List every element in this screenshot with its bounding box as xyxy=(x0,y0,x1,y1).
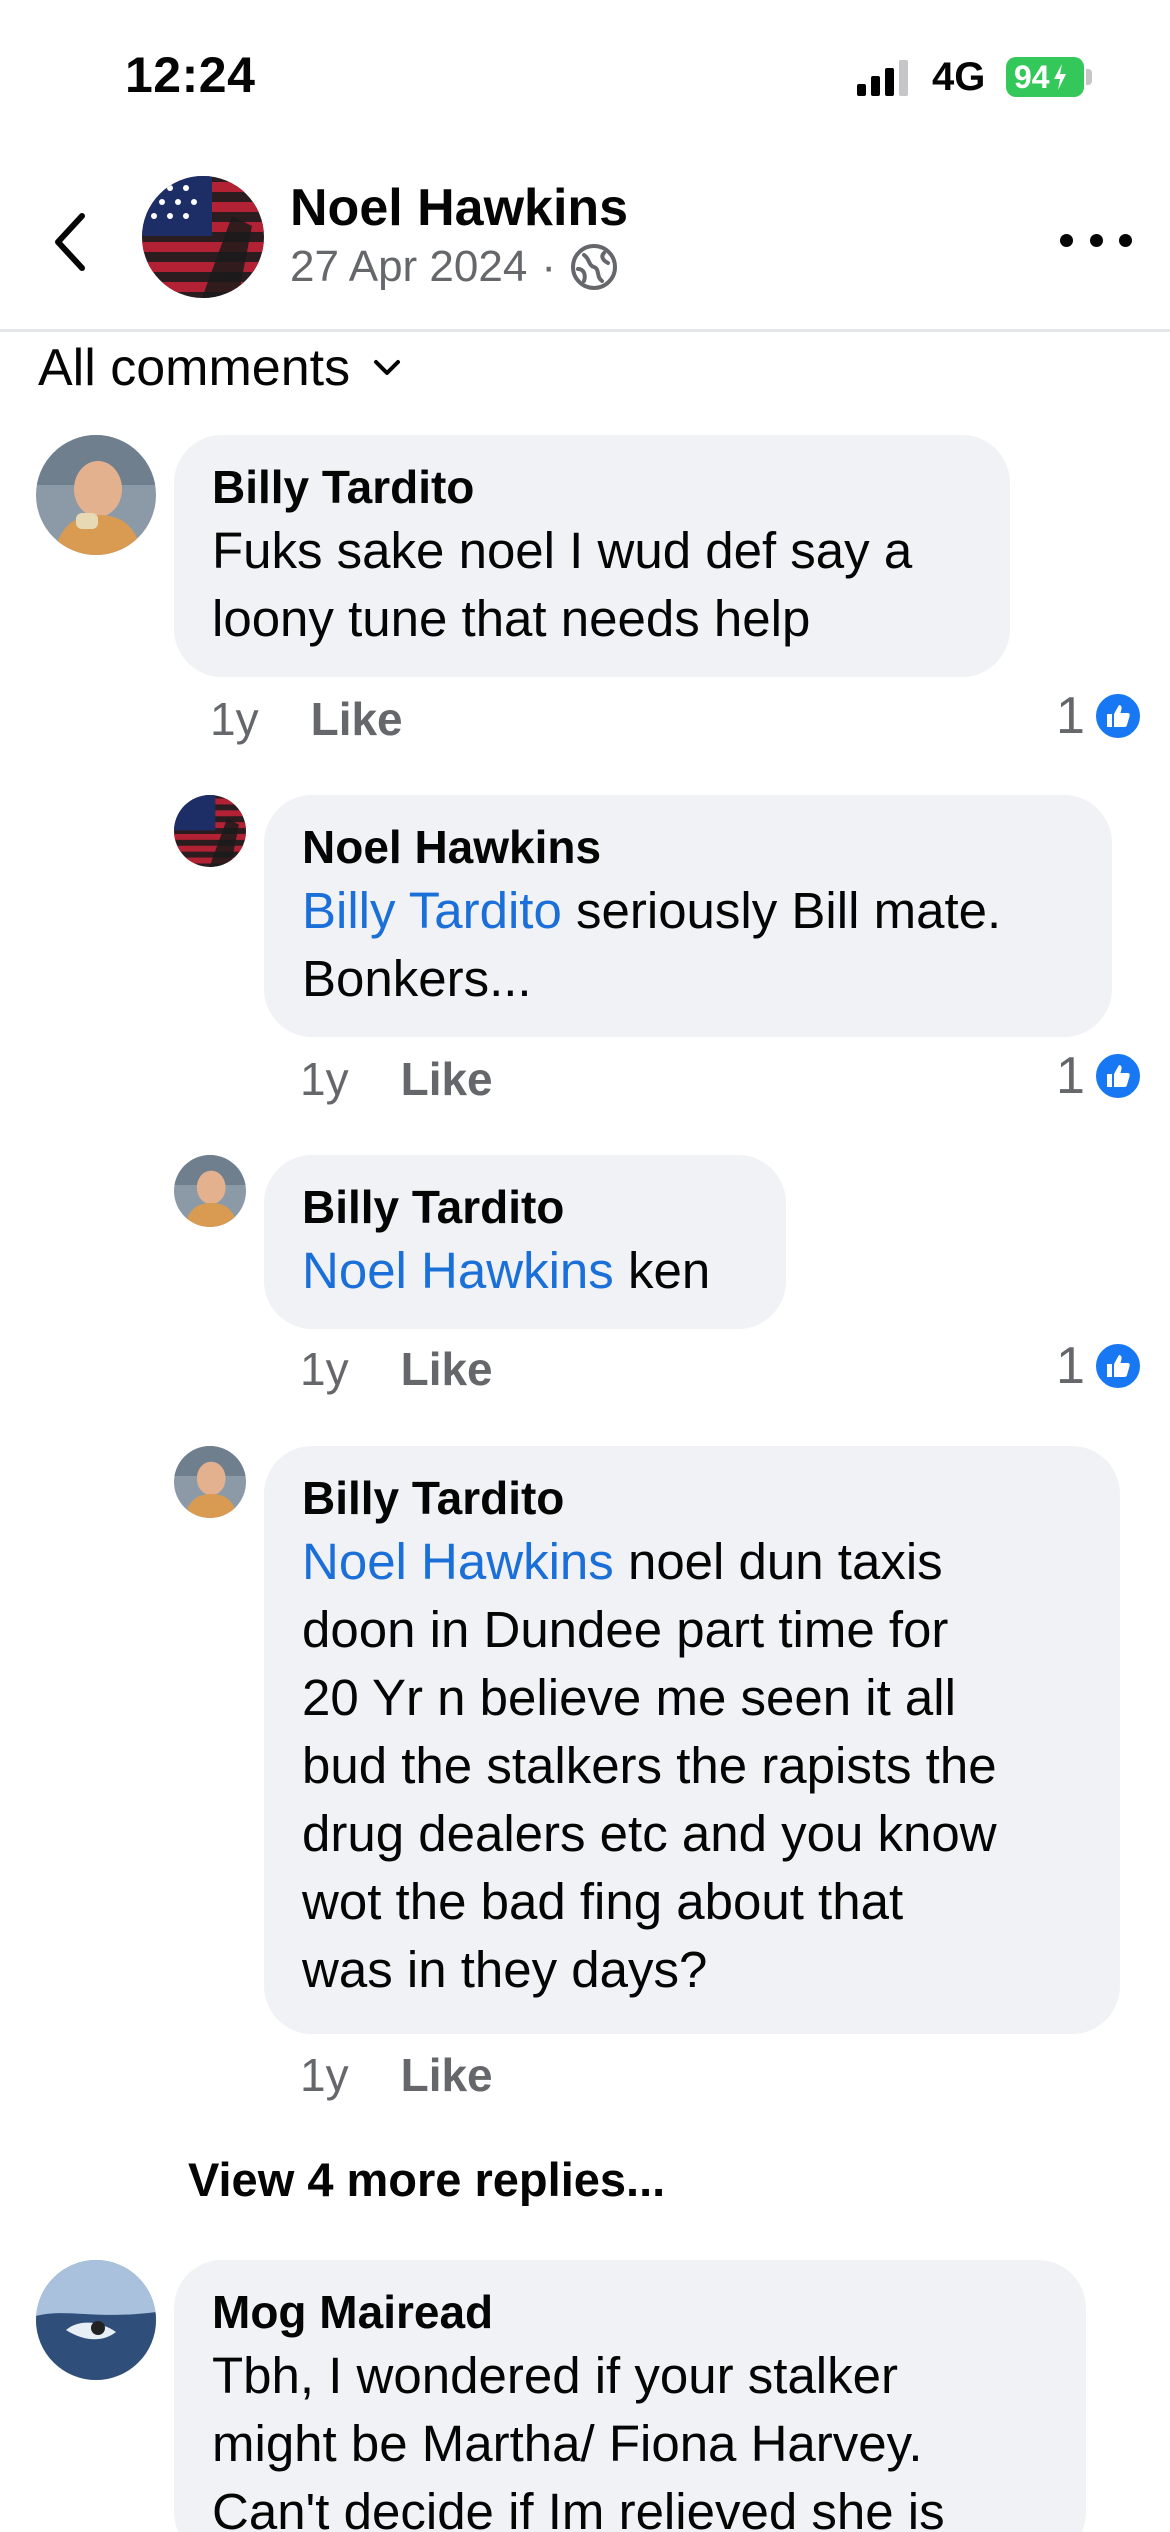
status-time: 12:24 xyxy=(125,47,256,103)
post-meta: 27 Apr 2024 · xyxy=(290,242,618,292)
avatar[interactable] xyxy=(174,1155,246,1227)
comment-text-line: was in they days? xyxy=(302,1941,708,1998)
filter-label: All comments xyxy=(38,339,351,397)
comment-author[interactable]: Billy Tardito xyxy=(302,1177,750,1237)
flag-avatar-image xyxy=(174,795,246,867)
like-reaction-icon xyxy=(1092,1341,1143,1391)
comment-author[interactable]: Billy Tardito xyxy=(212,457,974,517)
comment-text-line: wot the bad fing about that xyxy=(302,1873,904,1930)
like-button[interactable]: Like xyxy=(401,1052,493,1106)
like-button[interactable]: Like xyxy=(401,2048,493,2102)
more-options-button[interactable] xyxy=(1060,220,1132,260)
reaction-number: 1 xyxy=(1056,687,1085,745)
comment-time: 1y xyxy=(300,1343,349,1395)
charging-bolt-icon xyxy=(1053,64,1066,90)
comment-time: 1y xyxy=(300,1053,349,1105)
comment-text: seriously Bill mate. xyxy=(561,882,1002,939)
comment-text-line: Tbh, I wondered if your stalker xyxy=(212,2347,898,2404)
avatar[interactable] xyxy=(174,795,246,867)
comment-bubble: Mog Mairead Tbh, I wondered if your stal… xyxy=(174,2260,1086,2532)
comment-text-line: Fuks sake noel I wud def say a xyxy=(212,522,913,579)
comment-text-line: Noel Hawkins noel dun taxis xyxy=(302,1528,1084,1596)
comment-bubble: Billy Tardito Noel Hawkins ken xyxy=(264,1155,786,1329)
reaction-count[interactable]: 1 xyxy=(1056,1046,1143,1106)
more-dot xyxy=(1060,233,1073,247)
reaction-count[interactable]: 1 xyxy=(1056,1336,1143,1396)
flag-avatar-image xyxy=(142,176,264,298)
comment-text-line: Noel Hawkins ken xyxy=(302,1237,750,1305)
battery-level: 94 xyxy=(1014,58,1050,95)
comment-text-line: loony tune that needs help xyxy=(212,590,811,647)
comment-text: ken xyxy=(613,1242,711,1299)
reaction-count[interactable]: 1 xyxy=(1056,686,1143,746)
thumbs-up-icon xyxy=(1106,705,1130,727)
comment-bubble: Billy Tardito Noel Hawkins noel dun taxi… xyxy=(264,1446,1120,2034)
globe-icon xyxy=(570,244,617,290)
meta-separator: · xyxy=(541,242,556,291)
comment-text-line: Can't decide if Im relieved she is xyxy=(212,2483,945,2532)
user-photo-image xyxy=(36,2260,156,2380)
comment-author[interactable]: Mog Mairead xyxy=(212,2282,1050,2342)
thumbs-up-icon xyxy=(1106,1355,1130,1377)
comment-text-line: Billy Tardito seriously Bill mate. xyxy=(302,877,1076,945)
user-photo-image xyxy=(174,1155,246,1227)
comment-time: 1y xyxy=(210,693,259,745)
back-button[interactable] xyxy=(40,202,100,282)
avatar[interactable] xyxy=(36,2260,156,2380)
comment-author[interactable]: Noel Hawkins xyxy=(302,817,1076,877)
comment-actions: 1y Like xyxy=(300,1052,493,1106)
comment-author[interactable]: Billy Tardito xyxy=(302,1468,1084,1528)
avatar[interactable] xyxy=(174,1446,246,1518)
comment-text-line: Bonkers... xyxy=(302,950,532,1007)
post-date: 27 Apr 2024 xyxy=(290,242,528,291)
like-reaction-icon xyxy=(1092,691,1143,741)
comment-actions: 1y Like xyxy=(300,1342,493,1396)
avatar[interactable] xyxy=(36,435,156,555)
comment-text-line: drug dealers etc and you know xyxy=(302,1805,997,1862)
view-more-replies-link[interactable]: View 4 more replies... xyxy=(188,2152,665,2207)
chevron-down-icon xyxy=(374,360,401,375)
comment-actions: 1y Like xyxy=(300,2048,493,2102)
comment-actions: 1y Like xyxy=(210,692,403,746)
cellular-signal-icon xyxy=(857,60,908,96)
comment-bubble: Noel Hawkins Billy Tardito seriously Bil… xyxy=(264,795,1112,1037)
comment-filter-dropdown[interactable]: All comments xyxy=(38,338,402,398)
avatar[interactable] xyxy=(142,176,264,298)
comment-bubble: Billy Tardito Fuks sake noel I wud def s… xyxy=(174,435,1010,677)
mention-link[interactable]: Noel Hawkins xyxy=(302,1242,614,1299)
more-dot xyxy=(1089,233,1103,247)
mention-link[interactable]: Noel Hawkins xyxy=(302,1533,614,1590)
comment-time: 1y xyxy=(300,2049,349,2101)
comment-text-line: doon in Dundee part time for xyxy=(302,1601,949,1658)
reaction-number: 1 xyxy=(1056,1047,1085,1105)
post-header: Noel Hawkins 27 Apr 2024 · xyxy=(0,150,1170,332)
status-bar: 12:24 4G 94 xyxy=(0,0,1170,150)
post-author-name[interactable]: Noel Hawkins xyxy=(290,178,628,238)
user-photo-image xyxy=(36,435,156,555)
more-dot xyxy=(1119,233,1132,247)
like-button[interactable]: Like xyxy=(401,1342,493,1396)
comment-text-line: 20 Yr n believe me seen it all xyxy=(302,1669,956,1726)
like-button[interactable]: Like xyxy=(311,692,403,746)
like-reaction-icon xyxy=(1092,1051,1143,1101)
user-photo-image xyxy=(174,1446,246,1518)
battery-tip xyxy=(1086,69,1092,85)
comment-text: noel dun taxis xyxy=(613,1533,943,1590)
comment-text-line: bud the stalkers the rapists the xyxy=(302,1737,997,1794)
comment-text-line: might be Martha/ Fiona Harvey. xyxy=(212,2415,923,2472)
chevron-left-icon xyxy=(55,213,85,271)
battery-icon: 94 xyxy=(1006,57,1084,97)
thumbs-up-icon xyxy=(1106,1065,1130,1087)
network-type: 4G xyxy=(932,55,986,99)
reaction-number: 1 xyxy=(1056,1337,1085,1395)
mention-link[interactable]: Billy Tardito xyxy=(302,882,562,939)
